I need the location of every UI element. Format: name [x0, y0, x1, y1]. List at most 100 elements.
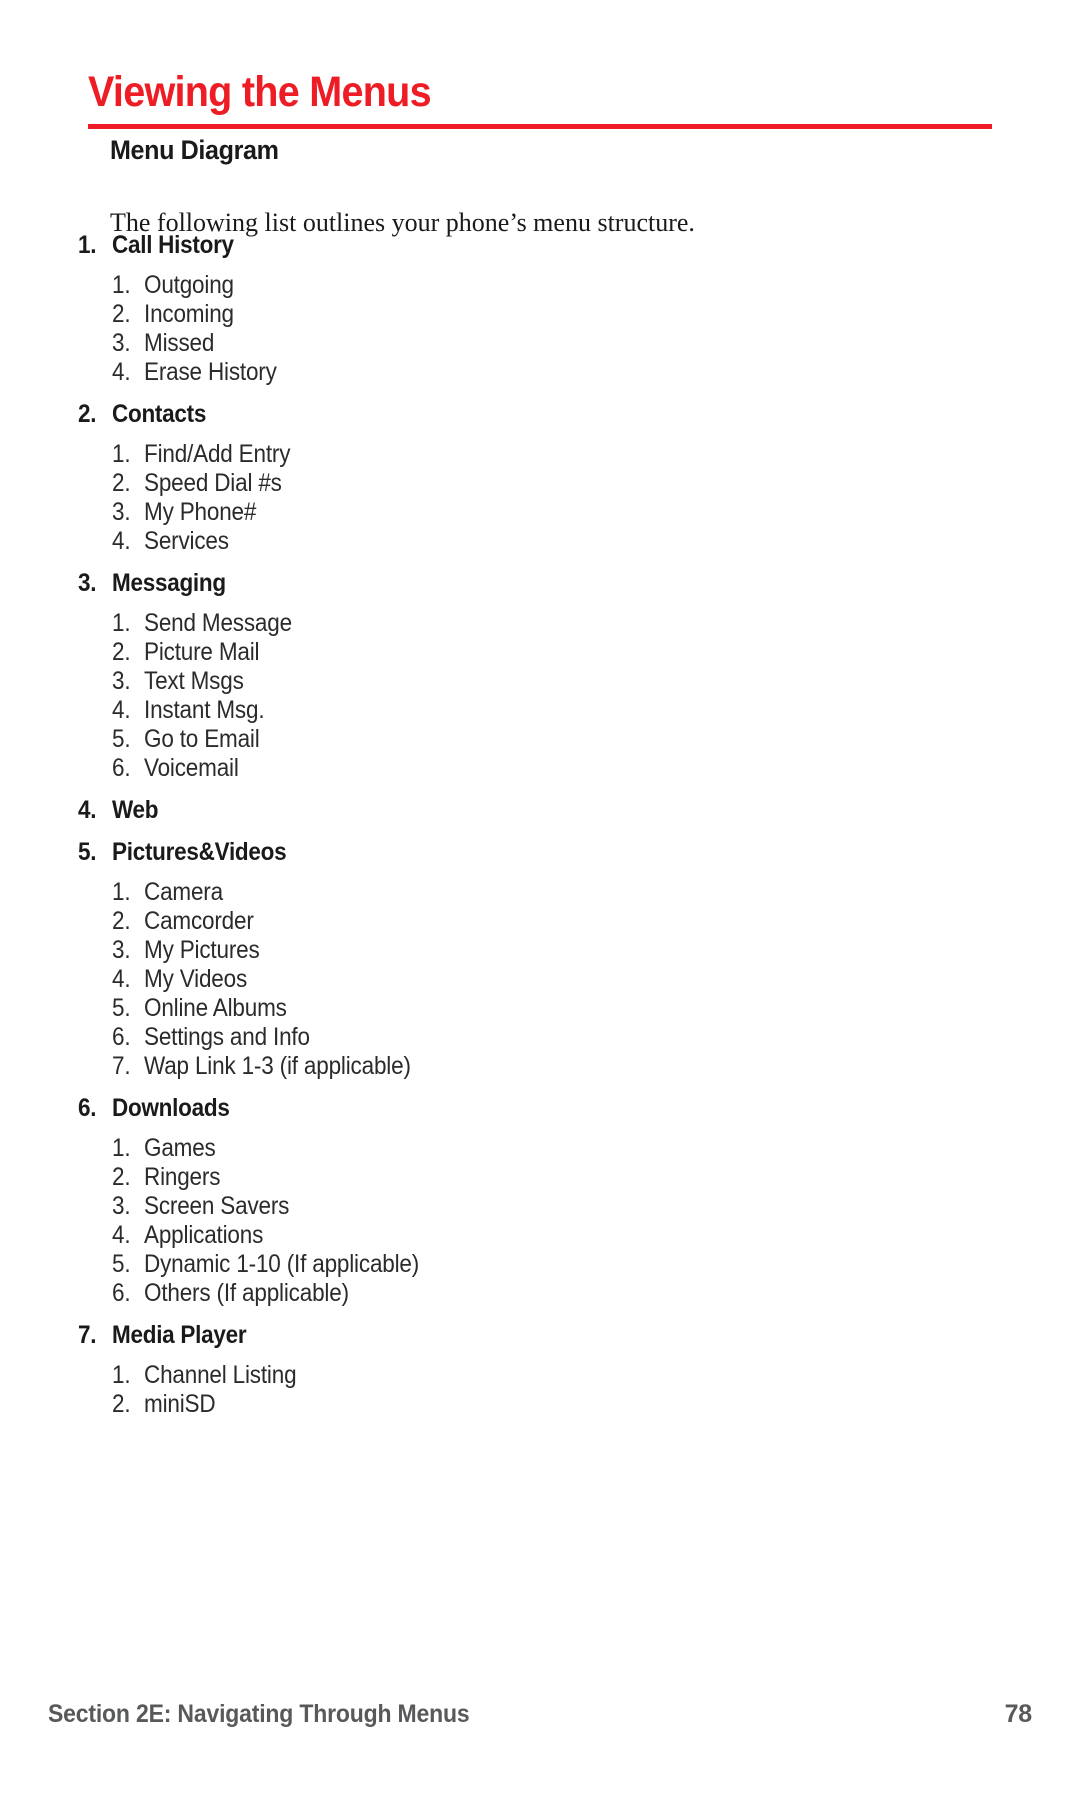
- menu-sub-item-label: Picture Mail: [144, 638, 260, 666]
- menu-sub-item-number: 3.: [112, 936, 131, 964]
- menu-sub-item-number: 4.: [112, 965, 131, 993]
- menu-sub-item-label: Settings and Info: [144, 1023, 310, 1051]
- menu-sub-item: 4. Services: [78, 527, 978, 556]
- menu-sub-item: 1. Find/Add Entry: [78, 440, 978, 469]
- menu-sub-item-number: 1.: [112, 1134, 131, 1162]
- menu-sub-item-number: 5.: [112, 725, 131, 753]
- footer-page-number: 78: [1004, 1700, 1033, 1728]
- menu-sub-item-label: Erase History: [144, 358, 277, 386]
- menu-sub-item: 5. Go to Email: [78, 725, 978, 754]
- menu-sub-item: 2. Speed Dial #s: [78, 469, 978, 498]
- menu-sub-item-number: 4.: [112, 696, 131, 724]
- menu-sub-item: 1. Camera: [78, 878, 978, 907]
- menu-sub-item-number: 6.: [112, 1279, 131, 1307]
- menu-section-number: 2.: [78, 400, 97, 428]
- menu-sub-item-label: My Pictures: [144, 936, 260, 964]
- menu-sub-item-label: Ringers: [144, 1163, 221, 1191]
- menu-section: 5. Pictures&Videos 1. Camera 2. Camcorder 3. My…: [78, 838, 978, 1081]
- menu-sub-item-label: Applications: [144, 1221, 264, 1249]
- menu-sub-item-label: Wap Link 1-3 (if applicable): [144, 1052, 411, 1080]
- menu-sub-item-number: 2.: [112, 1390, 131, 1418]
- menu-sub-item: 6. Others (If applicable): [78, 1279, 978, 1308]
- menu-sub-item-label: Speed Dial #s: [144, 469, 282, 497]
- menu-sub-item: 7. Wap Link 1-3 (if applicable): [78, 1052, 978, 1081]
- menu-section-label: Pictures&Videos: [112, 838, 287, 866]
- menu-sub-item: 4. Instant Msg.: [78, 696, 978, 725]
- menu-sub-item-number: 2.: [112, 638, 131, 666]
- menu-sub-item: 2. Incoming: [78, 300, 978, 329]
- title-block: Viewing the Menus: [88, 69, 992, 130]
- menu-section-heading: 2. Contacts: [78, 400, 978, 438]
- menu-sub-item-number: 5.: [112, 1250, 131, 1278]
- section-subheading: Menu Diagram: [110, 135, 279, 165]
- menu-sub-item: 3. Text Msgs: [78, 667, 978, 696]
- menu-sub-item: 4. Erase History: [78, 358, 978, 387]
- menu-sub-item-label: Go to Email: [144, 725, 260, 753]
- menu-sub-item-label: Games: [144, 1134, 216, 1162]
- menu-sub-item-label: Services: [144, 527, 229, 555]
- menu-sub-item-label: Camcorder: [144, 907, 254, 935]
- menu-sub-item: 3. Screen Savers: [78, 1192, 978, 1221]
- menu-sub-item: 6. Voicemail: [78, 754, 978, 783]
- menu-section-heading: 7. Media Player: [78, 1321, 978, 1359]
- menu-sub-item-label: Camera: [144, 878, 223, 906]
- menu-sub-item-number: 6.: [112, 754, 131, 782]
- menu-sub-item-number: 2.: [112, 300, 131, 328]
- menu-sub-item-label: Instant Msg.: [144, 696, 265, 724]
- menu-sub-item-number: 3.: [112, 1192, 131, 1220]
- menu-section-number: 4.: [78, 796, 97, 824]
- menu-sub-item: 2. Picture Mail: [78, 638, 978, 667]
- menu-section: 4. Web: [78, 796, 978, 834]
- menu-sub-item-number: 2.: [112, 469, 131, 497]
- menu-sub-item-number: 3.: [112, 329, 131, 357]
- menu-section: 3. Messaging 1. Send Message 2. Picture Mail 3…: [78, 569, 978, 783]
- menu-sub-item-label: Outgoing: [144, 271, 234, 299]
- menu-section-number: 6.: [78, 1094, 97, 1122]
- menu-sub-item-number: 1.: [112, 271, 131, 299]
- menu-sub-item-number: 1.: [112, 609, 131, 637]
- menu-section-heading: 5. Pictures&Videos: [78, 838, 978, 876]
- menu-section-label: Contacts: [112, 400, 207, 428]
- menu-section-number: 5.: [78, 838, 97, 866]
- menu-sub-item-number: 5.: [112, 994, 131, 1022]
- menu-sub-item-label: Channel Listing: [144, 1361, 297, 1389]
- menu-sub-item: 2. Camcorder: [78, 907, 978, 936]
- menu-section-label: Web: [112, 796, 159, 824]
- menu-sub-item: 1. Send Message: [78, 609, 978, 638]
- menu-sub-item: 1. Games: [78, 1134, 978, 1163]
- menu-sub-item: 1. Channel Listing: [78, 1361, 978, 1390]
- menu-sub-item-number: 1.: [112, 878, 131, 906]
- menu-section-label: Messaging: [112, 569, 226, 597]
- menu-section: 6. Downloads 1. Games 2. Ringers 3. Screen Save…: [78, 1094, 978, 1308]
- menu-sub-item: 6. Settings and Info: [78, 1023, 978, 1052]
- menu-sub-item-label: Incoming: [144, 300, 234, 328]
- menu-section-number: 7.: [78, 1321, 97, 1349]
- menu-sub-item-label: Online Albums: [144, 994, 287, 1022]
- menu-sub-item-number: 2.: [112, 1163, 131, 1191]
- menu-sub-item-number: 4.: [112, 1221, 131, 1249]
- menu-section-label: Media Player: [112, 1321, 247, 1349]
- menu-sub-item: 5. Online Albums: [78, 994, 978, 1023]
- menu-section-heading: 6. Downloads: [78, 1094, 978, 1132]
- menu-sub-item-number: 4.: [112, 358, 131, 386]
- menu-diagram-list: 1. Call History 1. Outgoing 2. Incoming 3. Miss…: [78, 231, 978, 1419]
- menu-section-number: 3.: [78, 569, 97, 597]
- menu-sub-item: 3. Missed: [78, 329, 978, 358]
- menu-sub-item-label: My Videos: [144, 965, 248, 993]
- menu-sub-item-number: 2.: [112, 907, 131, 935]
- menu-section-heading: 3. Messaging: [78, 569, 978, 607]
- menu-section: 7. Media Player 1. Channel Listing 2. miniSD: [78, 1321, 978, 1419]
- menu-sub-item-label: Text Msgs: [144, 667, 244, 695]
- menu-sub-item: 1. Outgoing: [78, 271, 978, 300]
- menu-sub-item: 5. Dynamic 1-10 (If applicable): [78, 1250, 978, 1279]
- menu-section-heading: 1. Call History: [78, 231, 978, 269]
- menu-section-label: Call History: [112, 231, 234, 259]
- menu-sub-item-label: Dynamic 1-10 (If applicable): [144, 1250, 420, 1278]
- menu-sub-item-label: Others (If applicable): [144, 1279, 349, 1307]
- menu-sub-item-label: miniSD: [144, 1390, 216, 1418]
- menu-section-label: Downloads: [112, 1094, 230, 1122]
- menu-sub-item-label: Send Message: [144, 609, 292, 637]
- menu-sub-item-number: 3.: [112, 498, 131, 526]
- menu-section: 1. Call History 1. Outgoing 2. Incoming 3. Miss…: [78, 231, 978, 387]
- menu-sub-item-number: 1.: [112, 1361, 131, 1389]
